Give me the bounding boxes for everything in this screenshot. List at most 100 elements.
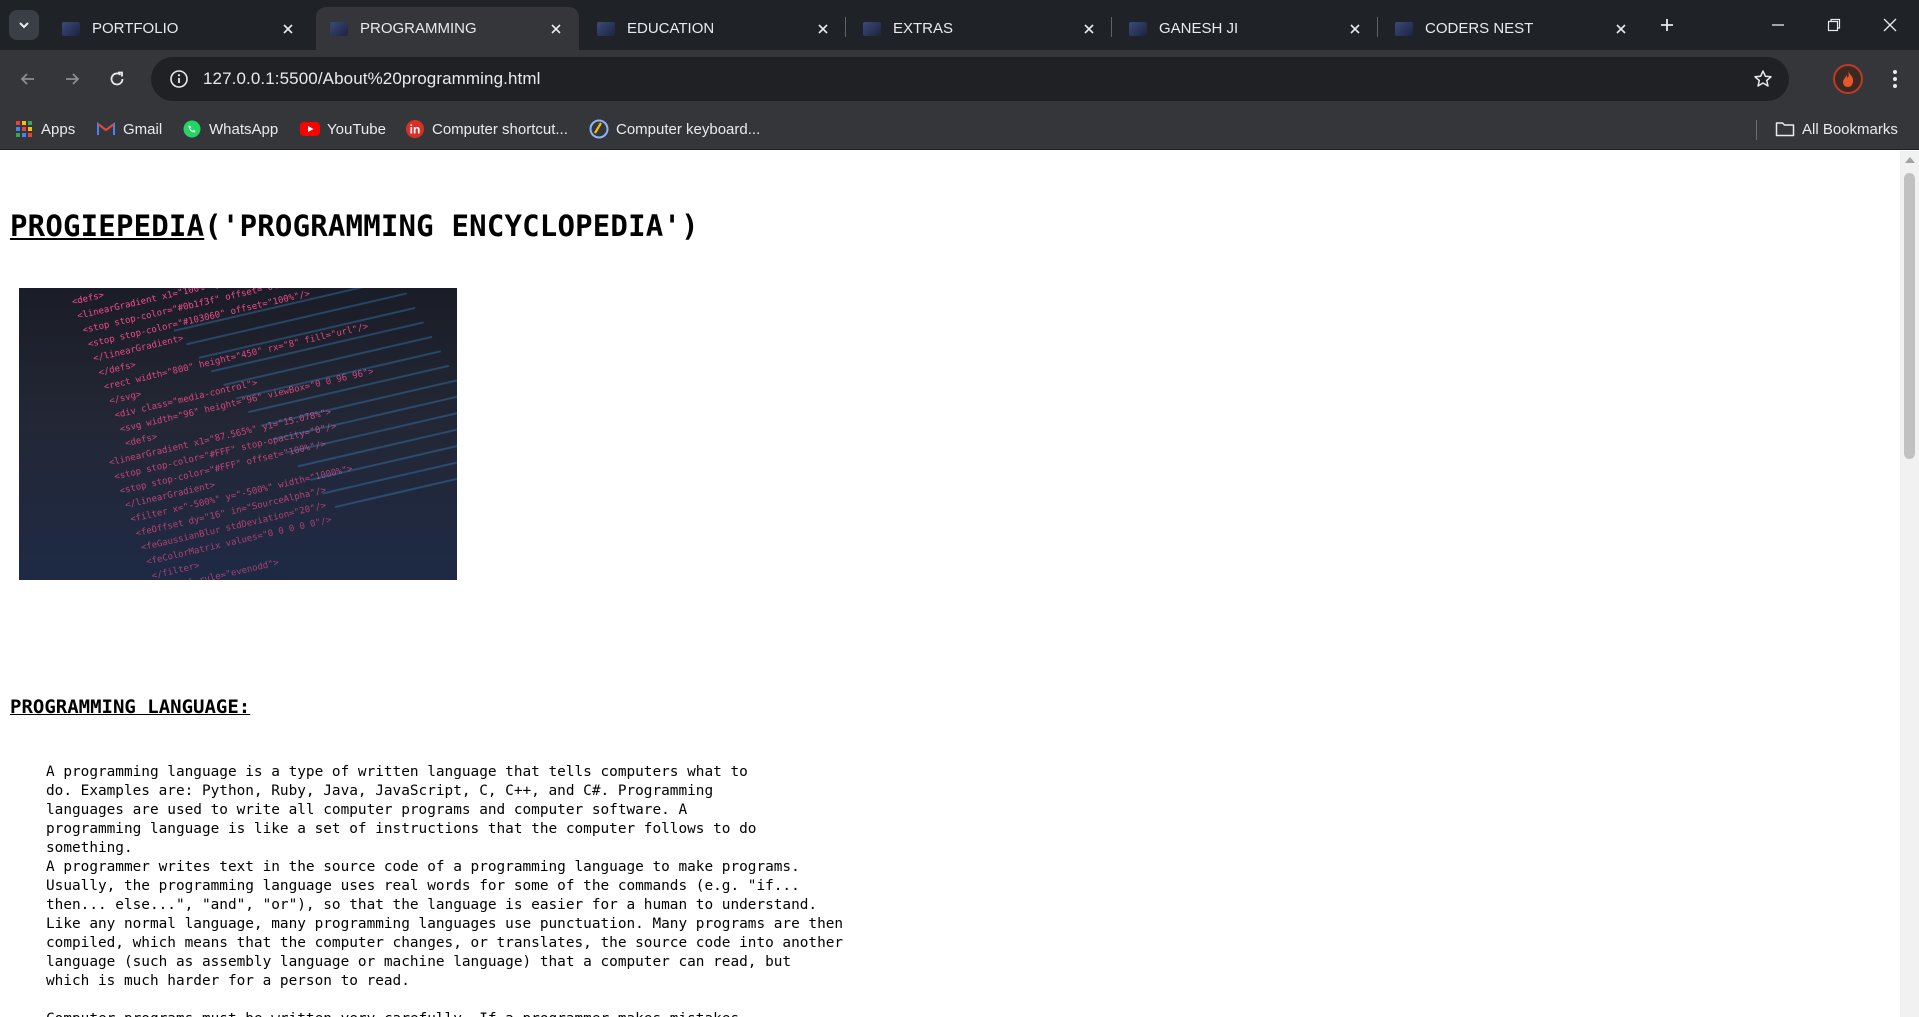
minimize-icon xyxy=(1772,24,1784,26)
tab-favicon-icon xyxy=(597,21,615,36)
url-text[interactable]: 127.0.0.1:5500/About%20programming.html xyxy=(203,69,541,89)
tab-favicon-icon xyxy=(863,21,881,36)
bookmark-label: Computer keyboard... xyxy=(616,120,761,138)
tab-portfolio[interactable]: PORTFOLIO xyxy=(48,7,311,50)
bookmark-whatsapp[interactable]: WhatsApp xyxy=(182,117,278,141)
tab-ganesh-ji[interactable]: GANESH JI xyxy=(1115,7,1378,50)
computer-keyboard-icon xyxy=(589,119,609,139)
paragraph-line: then... else...", "and", "or"), so that … xyxy=(46,897,818,913)
paragraph-line: which is much harder for a person to rea… xyxy=(46,973,410,989)
code-image-art: <defs><linearGradient x1="100%" y1="0%" … xyxy=(71,288,457,580)
new-tab-button[interactable] xyxy=(1652,10,1682,40)
tab-close-icon[interactable] xyxy=(1610,18,1632,40)
tab-label: PORTFOLIO xyxy=(92,20,179,37)
page-title: PROGIEPEDIA('PROGRAMMING ENCYCLOPEDIA') xyxy=(10,209,699,243)
tab-close-icon[interactable] xyxy=(277,18,299,40)
bookmark-label: WhatsApp xyxy=(209,120,279,138)
section-heading: PROGRAMMING LANGUAGE: xyxy=(10,696,251,718)
scroll-up-arrow-icon[interactable] xyxy=(1905,157,1915,163)
tab-favicon-icon xyxy=(62,21,80,36)
bookmark-label: Computer shortcut... xyxy=(432,120,568,138)
paragraph-line: A programmer writes text in the source c… xyxy=(46,859,800,875)
paragraph-line: something. xyxy=(46,840,133,856)
restore-button[interactable] xyxy=(1806,0,1862,50)
tab-search-button[interactable] xyxy=(9,10,39,40)
tab-strip: PORTFOLIO PROGRAMMING EDUCATION EXTRAS G… xyxy=(0,0,1919,50)
tab-close-icon[interactable] xyxy=(545,18,567,40)
page-scrollbar[interactable] xyxy=(1900,151,1919,1017)
paragraph-line: Computer programs must be written very c… xyxy=(46,1010,843,1017)
tab-close-icon[interactable] xyxy=(1078,18,1100,40)
bookmark-computer-shortcut[interactable]: in Computer shortcut... xyxy=(405,117,568,141)
all-bookmarks-button[interactable]: All Bookmarks xyxy=(1775,117,1898,141)
tab-label: EDUCATION xyxy=(627,20,715,37)
paragraph-line: language (such as assembly language or m… xyxy=(46,954,792,970)
paragraph-line: A programming language is a type of writ… xyxy=(46,764,748,780)
code-screenshot-image: <defs><linearGradient x1="100%" y1="0%" … xyxy=(19,288,457,580)
youtube-icon xyxy=(300,119,320,139)
back-button[interactable] xyxy=(10,61,46,97)
reload-button[interactable] xyxy=(99,61,135,97)
reload-icon xyxy=(110,71,124,86)
chevron-down-icon xyxy=(19,22,29,29)
paragraph-line: languages are used to write all computer… xyxy=(46,802,688,818)
paragraph-line: Usually, the programming language uses r… xyxy=(46,878,800,894)
tab-close-icon[interactable] xyxy=(1344,18,1366,40)
paragraph-line: do. Examples are: Python, Ruby, Java, Ja… xyxy=(46,783,714,799)
paragraph-line: programming language is like a set of in… xyxy=(46,821,757,837)
bookmark-computer-keyboard[interactable]: Computer keyboard... xyxy=(589,117,760,141)
bookmark-gmail[interactable]: Gmail xyxy=(96,117,162,141)
browser-menu-button[interactable] xyxy=(1880,64,1910,94)
tab-favicon-icon xyxy=(1395,21,1413,36)
tab-label: GANESH JI xyxy=(1159,20,1239,37)
bookmark-label: Gmail xyxy=(123,120,163,138)
tab-extras[interactable]: EXTRAS xyxy=(849,7,1112,50)
tab-separator xyxy=(1111,17,1112,37)
page-subtitle: ('PROGRAMMING ENCYCLOPEDIA') xyxy=(204,209,699,243)
page-viewport: PROGIEPEDIA('PROGRAMMING ENCYCLOPEDIA') … xyxy=(0,151,1900,1017)
address-bar[interactable]: 127.0.0.1:5500/About%20programming.html xyxy=(151,57,1789,101)
minimize-button[interactable] xyxy=(1750,0,1806,50)
bookmark-star-icon[interactable] xyxy=(1751,67,1775,91)
whatsapp-icon xyxy=(182,119,202,139)
tab-favicon-icon xyxy=(330,21,348,36)
paragraph-line: compiled, which means that the computer … xyxy=(46,935,844,951)
apps-grid-icon xyxy=(14,119,34,139)
tab-education[interactable]: EDUCATION xyxy=(583,7,846,50)
folder-icon xyxy=(1775,119,1795,139)
plus-icon xyxy=(1661,19,1673,31)
all-bookmarks-label: All Bookmarks xyxy=(1802,120,1898,138)
code-line-text: <defs> xyxy=(71,290,105,307)
site-info-icon[interactable] xyxy=(157,57,201,101)
tab-separator xyxy=(845,17,846,37)
restore-icon xyxy=(1827,18,1841,32)
profile-avatar[interactable] xyxy=(1833,64,1863,94)
bookmark-label: YouTube xyxy=(327,120,386,138)
paragraph-line: Like any normal language, many programmi… xyxy=(46,916,844,932)
code-line-text: </svg> xyxy=(108,390,142,407)
tab-coders-nest[interactable]: CODERS NEST xyxy=(1381,7,1644,50)
site-brand-link[interactable]: PROGIEPEDIA xyxy=(10,209,204,243)
forward-button[interactable] xyxy=(54,61,90,97)
tab-label: CODERS NEST xyxy=(1425,20,1534,37)
tab-programming[interactable]: PROGRAMMING xyxy=(316,7,579,50)
paragraph-line xyxy=(46,991,843,1010)
gmail-icon xyxy=(96,119,116,139)
arrow-left-icon xyxy=(20,73,34,85)
computer-shortcut-icon: in xyxy=(405,119,425,139)
svg-text:in: in xyxy=(410,123,421,137)
close-window-button[interactable] xyxy=(1862,0,1918,50)
flame-avatar-icon xyxy=(1843,71,1854,87)
bookmarks-divider xyxy=(1756,120,1757,140)
bookmark-apps[interactable]: Apps xyxy=(14,117,75,141)
tab-label: PROGRAMMING xyxy=(360,20,477,37)
scroll-thumb[interactable] xyxy=(1904,173,1915,459)
code-line-text: <defs> xyxy=(124,432,158,449)
tab-close-icon[interactable] xyxy=(812,18,834,40)
arrow-right-icon xyxy=(66,73,80,85)
close-icon xyxy=(1883,18,1897,32)
tab-separator xyxy=(1377,17,1378,37)
tab-favicon-icon xyxy=(1129,21,1147,36)
tab-label: EXTRAS xyxy=(893,20,954,37)
bookmark-youtube[interactable]: YouTube xyxy=(300,117,386,141)
